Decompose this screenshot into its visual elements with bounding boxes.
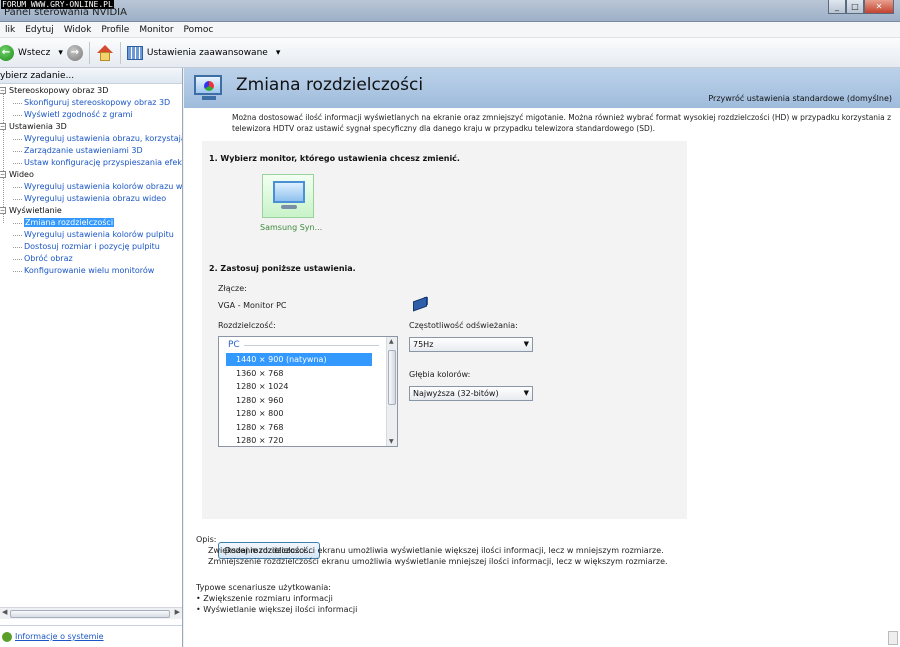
system-info-link[interactable]: Informacje o systemie <box>15 632 104 641</box>
page-header: Zmiana rozdzielczości Przywróć ustawieni… <box>184 68 900 108</box>
resize-grip[interactable] <box>888 631 898 645</box>
collapse-icon[interactable]: − <box>0 123 6 130</box>
collapse-icon[interactable]: − <box>0 207 6 214</box>
display-resolution-icon <box>194 73 224 101</box>
resolution-option[interactable]: 1360 × 768 <box>226 367 372 380</box>
resolution-list-scrollbar[interactable]: ▲ ▼ <box>386 337 397 446</box>
page-description: Można dostosować ilość informacji wyświe… <box>232 113 892 133</box>
resolution-option[interactable]: 1440 × 900 (natywna) <box>226 353 372 366</box>
description-line: Zmniejszenie rozdzielczości ekranu umożl… <box>208 557 668 566</box>
description-section: Opis: Zwiększenie rozdzielczości ekranu … <box>196 534 668 567</box>
window-controls: _ □ ✕ <box>828 0 894 14</box>
monitor-icon <box>273 181 305 203</box>
color-depth-select[interactable]: Najwyższa (32-bitów) ▼ <box>409 386 533 401</box>
refresh-rate-select[interactable]: 75Hz ▼ <box>409 337 533 352</box>
advanced-dropdown-chevron-icon[interactable]: ▾ <box>276 48 281 58</box>
title-bar: FORUM WWW.GRY-ONLINE.PL Panel sterowania… <box>0 0 900 22</box>
scrollbar-thumb[interactable] <box>10 610 170 618</box>
menu-edit[interactable]: Edytuj <box>20 25 58 35</box>
tree-item-manage-3d[interactable]: Zarządzanie ustawieniami 3D <box>0 145 182 157</box>
forward-arrow-icon[interactable]: → <box>66 44 83 61</box>
tree-item-video-image[interactable]: Wyreguluj ustawienia obrazu wideo <box>0 193 182 205</box>
step-1-heading: 1. Wybierz monitor, którego ustawienia c… <box>209 154 460 163</box>
description-label: Opis: <box>196 535 217 544</box>
menu-bar: lik Edytuj Widok Profile Monitor Pomoc <box>0 22 900 38</box>
back-dropdown-chevron-icon[interactable]: ▾ <box>58 48 63 58</box>
restore-defaults-link[interactable]: Przywróć ustawienia standardowe (domyśln… <box>708 94 892 103</box>
tree-item-rotate[interactable]: Obróć obraz <box>0 253 182 265</box>
color-depth-label: Głębia kolorów: <box>409 370 471 379</box>
page-title: Zmiana rozdzielczości <box>236 75 424 95</box>
tree-item-multi-monitor[interactable]: Konfigurowanie wielu monitorów <box>0 265 182 277</box>
scroll-left-icon[interactable]: ◀ <box>2 608 7 616</box>
menu-profile[interactable]: Profile <box>96 25 134 35</box>
chevron-down-icon: ▼ <box>523 389 529 397</box>
tree-category-3d-settings[interactable]: − Ustawienia 3D <box>0 121 182 133</box>
chevron-down-icon: ▼ <box>523 340 529 348</box>
menu-monitor[interactable]: Monitor <box>134 25 178 35</box>
task-tree: − Stereoskopowy obraz 3D Skonfiguruj ster… <box>0 85 182 277</box>
collapse-icon[interactable]: − <box>0 171 6 178</box>
tree-item-change-resolution[interactable]: Zmiana rozdzielczości <box>0 217 182 229</box>
sidebar-header: ybierz zadanie... <box>0 68 182 84</box>
scenarios-section: Typowe scenariusze użytkowania: • Zwięks… <box>196 582 357 615</box>
tree-item-game-compat[interactable]: Wyświetl zgodność z grami <box>0 109 182 121</box>
main-content: Zmiana rozdzielczości Przywróć ustawieni… <box>184 68 900 647</box>
resolution-group-label: PC <box>228 340 240 350</box>
resolution-option[interactable]: 1280 × 1024 <box>226 380 372 393</box>
collapse-icon[interactable]: − <box>0 87 6 94</box>
toolbar-separator <box>88 41 90 64</box>
scrollbar-thumb[interactable] <box>388 350 396 405</box>
scroll-right-icon[interactable]: ▶ <box>175 608 180 616</box>
resolution-option[interactable]: 1280 × 768 <box>226 421 372 434</box>
advanced-settings-icon[interactable] <box>126 45 143 60</box>
menu-view[interactable]: Widok <box>59 25 97 35</box>
tree-category-display[interactable]: − Wyświetlanie <box>0 205 182 217</box>
maximize-button[interactable]: □ <box>846 0 864 14</box>
scenario-item: • Wyświetlanie większej ilości informacj… <box>196 605 358 614</box>
resolution-label: Rozdzielczość: <box>218 321 276 330</box>
menu-help[interactable]: Pomoc <box>179 25 219 35</box>
sidebar-horizontal-scrollbar[interactable]: ◀ ▶ <box>0 607 182 619</box>
tree-category-stereo-3d[interactable]: − Stereoskopowy obraz 3D <box>0 85 182 97</box>
tree-item-desktop-color[interactable]: Wyreguluj ustawienia kolorów pulpitu <box>0 229 182 241</box>
resolution-option[interactable]: 1280 × 960 <box>226 394 372 407</box>
scroll-up-icon[interactable]: ▲ <box>389 338 394 345</box>
back-arrow-icon[interactable]: ← <box>0 44 14 61</box>
resolution-list[interactable]: PC 1440 × 900 (natywna) 1360 × 768 1280 … <box>218 336 398 447</box>
window-title: Panel sterowania NVIDIA <box>4 7 127 18</box>
scenarios-label: Typowe scenariusze użytkowania: <box>196 583 331 592</box>
monitor-label[interactable]: Samsung Syn... <box>260 223 322 232</box>
connector-label: Złącze: <box>218 284 247 293</box>
minimize-button[interactable]: _ <box>828 0 846 14</box>
resolution-option[interactable]: 1280 × 720 <box>226 434 372 446</box>
toolbar: ← Wstecz ▾ → Ustawienia zaawansowane ▾ <box>0 38 900 68</box>
group-divider <box>244 345 379 346</box>
tree-item-desktop-size[interactable]: Dostosuj rozmiar i pozycję pulpitu <box>0 241 182 253</box>
home-icon[interactable] <box>96 44 114 62</box>
resolution-option[interactable]: 1280 × 800 <box>226 407 372 420</box>
system-info-icon <box>2 631 12 642</box>
vga-connector-icon <box>410 296 432 313</box>
close-button[interactable]: ✕ <box>864 0 894 14</box>
back-button[interactable]: Wstecz <box>18 48 50 58</box>
tree-item-image-settings[interactable]: Wyreguluj ustawienia obrazu, korzystając <box>0 133 182 145</box>
advanced-settings-button[interactable]: Ustawienia zaawansowane <box>147 48 268 58</box>
tree-item-configure-stereo[interactable]: Skonfiguruj stereoskopowy obraz 3D <box>0 97 182 109</box>
tree-item-physx[interactable]: Ustaw konfigurację przyspieszania efektó… <box>0 157 182 169</box>
tree-item-video-color[interactable]: Wyreguluj ustawienia kolorów obrazu wide <box>0 181 182 193</box>
menu-file[interactable]: lik <box>0 25 20 35</box>
connector-value: VGA - Monitor PC <box>218 301 287 310</box>
task-sidebar: ybierz zadanie... − Stereoskopowy obraz 3… <box>0 68 183 647</box>
refresh-rate-label: Częstotliwość odświeżania: <box>409 321 518 330</box>
step-2-heading: 2. Zastosuj poniższe ustawienia. <box>209 264 356 273</box>
toolbar-separator <box>119 41 121 64</box>
description-line: Zwiększenie rozdzielczości ekranu umożli… <box>208 546 664 555</box>
system-info-bar: Informacje o systemie <box>0 625 182 647</box>
monitor-select-tile[interactable] <box>262 174 314 218</box>
tree-category-video[interactable]: − Wideo <box>0 169 182 181</box>
scroll-down-icon[interactable]: ▼ <box>389 438 394 445</box>
scenario-item: • Zwiększenie rozmiaru informacji <box>196 594 333 603</box>
settings-panel: 1. Wybierz monitor, którego ustawienia c… <box>202 141 687 559</box>
